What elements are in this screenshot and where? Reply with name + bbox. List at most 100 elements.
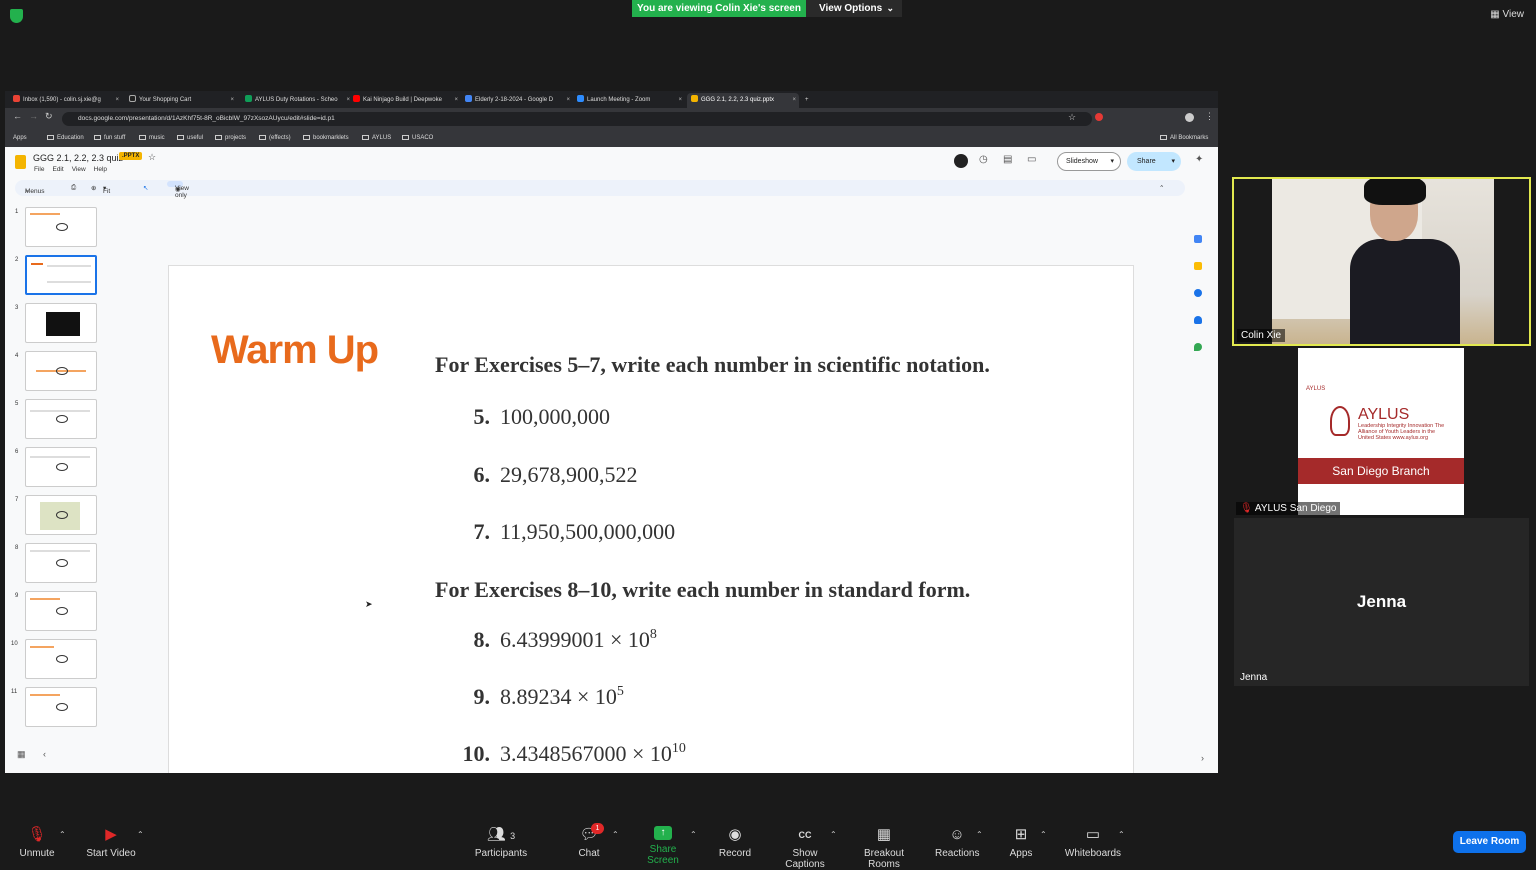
forward-icon[interactable]: → [29,111,38,121]
slide-thumbnail[interactable] [25,351,97,391]
more-menu-icon[interactable]: ⋮ [1205,111,1214,122]
all-bookmarks[interactable]: All Bookmarks [1160,135,1208,141]
tasks-icon[interactable] [1194,289,1202,297]
view-button[interactable]: ▦ View [1490,9,1524,20]
close-icon[interactable]: × [230,93,234,108]
participant-tile[interactable]: AYLUS AYLUS Leadership Integrity Innovat… [1234,348,1529,515]
bookmark-folder[interactable]: (effects) [259,135,291,141]
browser-tab[interactable]: Inbox (1,590) - colin.sj.xie@g × [9,93,122,108]
browser-tab-active[interactable]: GGG 2.1, 2.2, 2.3 quiz.pptx × [687,93,799,108]
show-captions-label: Show Captions [785,848,825,870]
browser-tab[interactable]: Elderly 2-18-2024 - Google D × [461,93,573,108]
record-button[interactable]: ◉ Record [716,826,754,859]
history-icon[interactable]: ◷ [979,154,988,165]
slide-thumbnail-active[interactable] [25,255,97,295]
comments-icon[interactable]: ▤ [1003,154,1012,165]
dropdown-icon[interactable]: ▾ [1171,152,1175,171]
slide-thumbnail[interactable] [25,639,97,679]
menu-help[interactable]: Help [94,166,107,173]
slide-thumbnail[interactable] [25,687,97,727]
slides-logo-icon[interactable] [15,155,26,169]
browser-tab[interactable]: Kai Ninjago Build | Deepwoke × [349,93,461,108]
view-options-button[interactable]: View Options ⌄ [806,0,902,17]
contacts-icon[interactable] [1194,316,1202,324]
participant-tile[interactable]: Jenna Jenna [1234,518,1529,686]
gemini-icon[interactable]: ✦ [1195,154,1203,165]
audio-options-caret[interactable]: ⌃ [59,830,66,839]
account-avatar[interactable] [954,154,968,168]
close-icon[interactable]: × [115,93,119,108]
back-icon[interactable]: ← [13,111,22,121]
profile-avatar[interactable] [1185,113,1194,122]
menu-file[interactable]: File [34,166,44,173]
bookmark-folder[interactable]: AYLUS [362,135,391,141]
share-options-caret[interactable]: ⌃ [690,830,697,839]
zoom-select[interactable]: Fit ▾ [103,184,110,195]
close-icon[interactable]: × [454,93,458,108]
bookmark-folder[interactable]: bookmarklets [303,135,349,141]
browser-tab[interactable]: Your Shopping Cart × [125,93,237,108]
view-only-chip[interactable]: ◉ View only [167,181,189,199]
leave-room-button[interactable]: Leave Room [1453,831,1526,853]
bookmark-star-icon[interactable]: ☆ [1068,112,1076,123]
slide-thumbnail[interactable] [25,591,97,631]
new-tab-button[interactable]: + [801,93,815,108]
security-shield-icon[interactable] [10,9,23,23]
keep-icon[interactable] [1194,262,1202,270]
slide-thumbnail[interactable] [25,207,97,247]
participants-button[interactable]: 👥︎ 3 Participants [474,826,528,859]
menu-edit[interactable]: Edit [52,166,63,173]
share-screen-button[interactable]: ↑ Share Screen [634,826,692,866]
close-icon[interactable]: × [792,93,796,108]
apps-options-caret[interactable]: ⌃ [1040,830,1047,839]
chat-options-caret[interactable]: ⌃ [612,830,619,839]
browser-tab[interactable]: AYLUS Duty Rotations - Scheo × [241,93,353,108]
bookmark-apps[interactable]: Apps [13,135,27,141]
start-video-button[interactable]: ▶︎ Start Video [84,826,138,859]
print-icon[interactable]: ⎙ [71,184,76,192]
dropdown-icon[interactable]: ▾ [1110,153,1114,170]
participant-tile-active-speaker[interactable]: Colin Xie [1232,177,1531,346]
slide-thumbnail[interactable] [25,495,97,535]
zoom-icon[interactable]: ⊕ [91,184,96,192]
bookmark-folder[interactable]: Education [47,135,84,141]
calendar-icon[interactable] [1194,235,1202,243]
slide-thumbnail[interactable] [25,447,97,487]
bookmark-folder[interactable]: music [139,135,165,141]
url-field[interactable]: docs.google.com/presentation/d/1AzKhf75t… [62,112,1092,126]
whiteboards-options-caret[interactable]: ⌃ [1118,830,1125,839]
collapse-panel-icon[interactable]: ‹ [43,749,46,759]
bookmark-folder[interactable]: useful [177,135,203,141]
document-title[interactable]: GGG 2.1, 2.2, 2.3 quiz [33,153,123,163]
bookmark-folder[interactable]: projects [215,135,246,141]
reload-icon[interactable]: ↻ [45,111,53,122]
reactions-button[interactable]: ☺ Reactions [935,826,979,859]
whiteboards-button[interactable]: ▭ Whiteboards [1064,826,1122,859]
reactions-options-caret[interactable]: ⌃ [976,830,983,839]
extension-icon[interactable] [1095,113,1103,121]
grid-view-icon[interactable]: ▦ [17,749,26,760]
slide-thumbnail[interactable] [25,543,97,583]
unmute-button[interactable]: 🎙︎ Unmute [17,826,57,859]
close-icon[interactable]: × [678,93,682,108]
close-icon[interactable]: × [566,93,570,108]
share-button[interactable]: Share ▾ [1127,152,1181,171]
select-tool-icon[interactable]: ↖ [143,184,148,192]
bookmark-folder[interactable]: USACO [402,135,433,141]
meet-icon[interactable]: ▭ [1027,154,1036,165]
expand-notes-icon[interactable]: › [1201,753,1204,763]
star-icon[interactable]: ☆ [148,152,156,163]
browser-tab[interactable]: Launch Meeting - Zoom × [573,93,685,108]
captions-options-caret[interactable]: ⌃ [830,830,837,839]
show-captions-button[interactable]: CC Show Captions [772,826,838,870]
collapse-icon[interactable]: ⌃ [1159,184,1164,192]
maps-icon[interactable] [1194,343,1202,351]
slideshow-button[interactable]: Slideshow ▾ [1057,152,1121,171]
slide-thumbnail[interactable] [25,303,97,343]
video-options-caret[interactable]: ⌃ [137,830,144,839]
menu-view[interactable]: View [72,166,86,173]
apps-button[interactable]: ⊞ Apps [1008,826,1034,859]
breakout-rooms-button[interactable]: ▦ Breakout Rooms [848,826,920,870]
slide-thumbnail[interactable] [25,399,97,439]
bookmark-folder[interactable]: fun stuff [94,135,125,141]
